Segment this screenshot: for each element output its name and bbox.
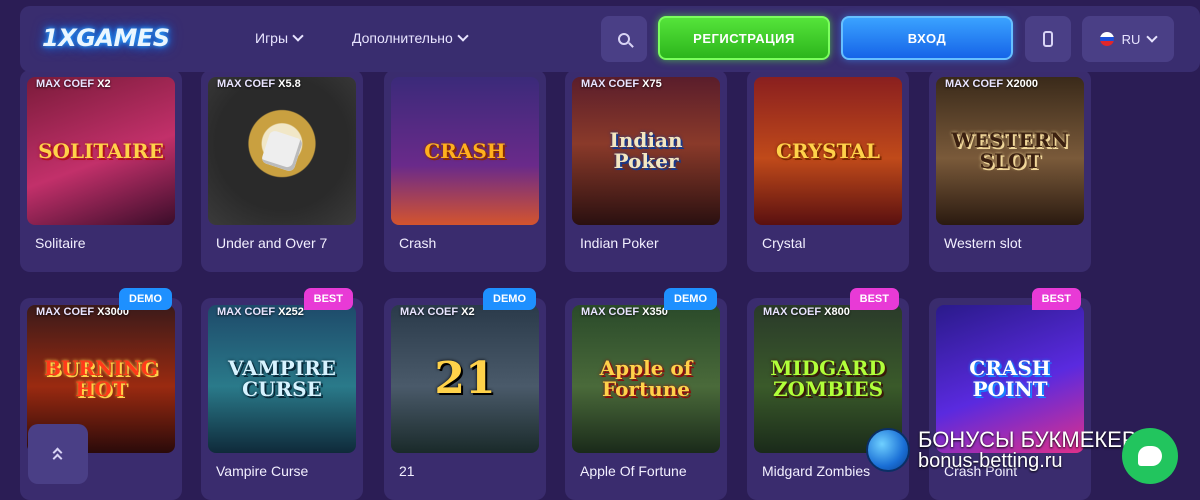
flag-ru-icon xyxy=(1099,32,1114,46)
scroll-to-top-button[interactable] xyxy=(28,424,88,484)
double-chevron-up-icon xyxy=(52,447,64,464)
game-art-title: BURNING HOT xyxy=(44,356,158,401)
game-thumbnail[interactable]: Indian Poker xyxy=(572,77,720,225)
game-name[interactable]: Apple Of Fortune xyxy=(580,463,687,479)
game-art-title: CRYSTAL xyxy=(775,138,880,163)
game-card[interactable]: 21 MAX COEF X2 DEMO 21 xyxy=(384,288,546,500)
game-art-title: MIDGARD ZOMBIES xyxy=(770,356,886,401)
game-card[interactable]: SOLITAIRE MAX COEF X2 Solitaire xyxy=(20,70,182,272)
game-thumbnail[interactable]: SOLITAIRE xyxy=(27,77,175,225)
max-coef-prefix: MAX COEF xyxy=(945,78,1004,90)
demo-badge: DEMO xyxy=(664,288,717,310)
max-coef-value: X5.8 xyxy=(278,78,301,90)
game-name[interactable]: Crash xyxy=(399,235,436,251)
game-thumbnail[interactable]: CRASH xyxy=(391,77,539,225)
game-card[interactable]: CRYSTAL Crystal xyxy=(747,70,909,272)
search-button[interactable] xyxy=(601,16,647,62)
max-coef-prefix: MAX COEF xyxy=(217,78,276,90)
demo-badge: DEMO xyxy=(119,288,172,310)
game-name[interactable]: Western slot xyxy=(944,235,1022,251)
max-coef-label: MAX COEF X5.8 xyxy=(217,78,301,90)
phone-icon xyxy=(1043,31,1053,47)
max-coef-value: X2000 xyxy=(1006,78,1038,90)
max-coef-prefix: MAX COEF xyxy=(581,78,640,90)
max-coef-prefix: MAX COEF xyxy=(36,78,95,90)
max-coef-value: X252 xyxy=(278,306,304,318)
max-coef-prefix: MAX COEF xyxy=(581,306,640,318)
max-coef-value: X2 xyxy=(97,78,111,90)
best-badge: BEST xyxy=(303,288,353,310)
max-coef-label: MAX COEF X800 xyxy=(763,306,850,318)
game-thumbnail[interactable]: 21 xyxy=(391,305,539,453)
max-coef-label: MAX COEF X2000 xyxy=(945,78,1038,90)
game-name[interactable]: Indian Poker xyxy=(580,235,659,251)
chevron-down-icon xyxy=(457,30,469,42)
game-thumbnail[interactable]: Apple of Fortune xyxy=(572,305,720,453)
game-name[interactable]: 21 xyxy=(399,463,415,479)
dice-icon xyxy=(260,129,304,173)
nav-more-label: Дополнительно xyxy=(352,30,453,46)
game-card[interactable]: Indian Poker MAX COEF X75 Indian Poker xyxy=(565,70,727,272)
max-coef-label: MAX COEF X350 xyxy=(581,306,668,318)
nav-games[interactable]: Игры xyxy=(255,30,304,46)
max-coef-prefix: MAX COEF xyxy=(400,306,459,318)
demo-badge: DEMO xyxy=(483,288,536,310)
game-art-title: CRASH POINT xyxy=(969,356,1051,401)
search-icon xyxy=(618,33,630,45)
max-coef-value: X2 xyxy=(461,306,475,318)
game-card[interactable]: WESTERN SLOT MAX COEF X2000 Western slot xyxy=(929,70,1091,272)
site-logo[interactable]: 1XGAMES xyxy=(42,24,170,52)
chevron-down-icon xyxy=(292,30,304,42)
max-coef-label: MAX COEF X252 xyxy=(217,306,304,318)
game-art-title: Apple of Fortune xyxy=(599,356,693,401)
game-thumbnail[interactable]: WESTERN SLOT xyxy=(936,77,1084,225)
soccer-ball-icon xyxy=(866,428,910,473)
game-name[interactable]: Solitaire xyxy=(35,235,86,251)
max-coef-value: X800 xyxy=(824,306,850,318)
max-coef-prefix: MAX COEF xyxy=(763,306,822,318)
game-art-title: Indian Poker xyxy=(609,128,683,173)
game-thumbnail[interactable]: VAMPIRE CURSE xyxy=(208,305,356,453)
login-button[interactable]: ВХОД xyxy=(841,16,1013,60)
chat-button[interactable] xyxy=(1122,428,1178,484)
max-coef-label: MAX COEF X3000 xyxy=(36,306,129,318)
game-card[interactable]: MAX COEF X5.8 Under and Over 7 xyxy=(201,70,363,272)
site-header: 1XGAMES Игры Дополнительно РЕГИСТРАЦИЯ В… xyxy=(20,6,1200,72)
best-badge: BEST xyxy=(1031,288,1081,310)
game-name[interactable]: Under and Over 7 xyxy=(216,235,327,251)
max-coef-prefix: MAX COEF xyxy=(217,306,276,318)
register-button[interactable]: РЕГИСТРАЦИЯ xyxy=(658,16,830,60)
game-thumbnail[interactable] xyxy=(208,77,356,225)
max-coef-label: MAX COEF X2 xyxy=(36,78,111,90)
game-card[interactable]: CRASH Crash xyxy=(384,70,546,272)
language-label: RU xyxy=(1121,31,1141,47)
language-selector[interactable]: RU xyxy=(1082,16,1174,62)
game-art-title: SOLITAIRE xyxy=(38,138,164,163)
game-card[interactable]: Apple of Fortune MAX COEF X350 DEMO Apple O… xyxy=(565,288,727,500)
max-coef-label: MAX COEF X75 xyxy=(581,78,662,90)
game-card[interactable]: VAMPIRE CURSE MAX COEF X252 BEST Vampire Cu… xyxy=(201,288,363,500)
max-coef-label: MAX COEF X2 xyxy=(400,306,475,318)
chat-icon xyxy=(1138,446,1162,466)
nav-games-label: Игры xyxy=(255,30,289,46)
mobile-app-button[interactable] xyxy=(1025,16,1071,62)
max-coef-prefix: MAX COEF xyxy=(36,306,95,318)
game-thumbnail[interactable]: CRYSTAL xyxy=(754,77,902,225)
chevron-down-icon xyxy=(1146,31,1159,43)
game-name[interactable]: Vampire Curse xyxy=(216,463,308,479)
game-art-title: CRASH xyxy=(424,138,506,163)
nav-more[interactable]: Дополнительно xyxy=(352,30,469,46)
game-name[interactable]: Midgard Zombies xyxy=(762,463,870,479)
game-art-title: WESTERN SLOT xyxy=(951,128,1069,173)
max-coef-value: X75 xyxy=(642,78,662,90)
game-art-title: VAMPIRE CURSE xyxy=(228,356,336,401)
game-art-title: 21 xyxy=(434,352,496,404)
best-badge: BEST xyxy=(849,288,899,310)
game-name[interactable]: Crystal xyxy=(762,235,806,251)
